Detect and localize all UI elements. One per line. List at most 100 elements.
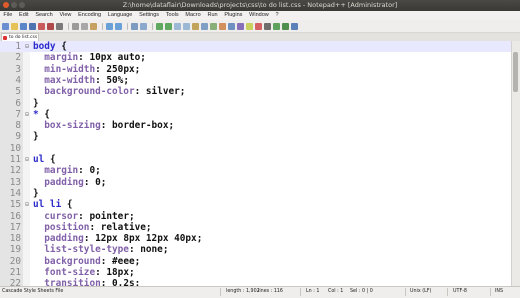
menu-item[interactable]: Settings <box>136 11 163 20</box>
code-line[interactable]: 18 padding: 12px 8px 12px 40px; <box>0 233 512 244</box>
print-icon[interactable] <box>56 22 63 30</box>
status-encoding[interactable]: UTF-8 <box>453 287 467 297</box>
minimize-window-button[interactable] <box>11 2 17 8</box>
line-number: 13 <box>9 176 21 188</box>
code-line[interactable]: 4 max-width: 50%; <box>0 75 512 86</box>
function-list-icon[interactable] <box>237 22 244 30</box>
code-line[interactable]: 13 padding: 0; <box>0 177 512 188</box>
code-line[interactable]: 16 cursor: pointer; <box>0 211 512 222</box>
code-token-punc: : <box>95 267 107 278</box>
fold-toggle-icon[interactable]: ⊟ <box>24 41 30 52</box>
word-wrap-icon[interactable] <box>192 22 199 30</box>
maximize-window-button[interactable] <box>19 2 25 8</box>
code-line[interactable]: 5 background-color: silver; <box>0 86 512 97</box>
code-token-punc: } <box>33 97 39 109</box>
code-token-prop: position <box>33 221 90 233</box>
cut-icon[interactable] <box>72 22 79 30</box>
indent-guide-icon[interactable] <box>210 22 217 30</box>
language-icon[interactable] <box>219 22 226 30</box>
doc-map-icon[interactable] <box>228 22 235 30</box>
fold-toggle-icon[interactable]: ⊟ <box>24 199 30 210</box>
code-line[interactable]: 14} <box>0 188 512 199</box>
window-title: Z:\home\dataflair\Downloads\projects\css… <box>122 1 398 9</box>
menu-item[interactable]: ? <box>272 11 282 20</box>
code-line[interactable]: 1 ⊟ body { <box>0 41 512 53</box>
zoom-out-icon[interactable] <box>165 22 172 30</box>
status-eol[interactable]: Unix (LF) <box>410 287 431 297</box>
vertical-scrollbar[interactable] <box>511 41 520 286</box>
sync-vertical-icon[interactable] <box>174 22 181 30</box>
code-token-punc: : <box>83 176 96 188</box>
menu-item[interactable]: Tools <box>162 11 182 20</box>
record-macro-icon[interactable] <box>255 22 262 30</box>
code-text: margin: 0; <box>33 165 100 176</box>
copy-icon[interactable] <box>81 22 88 30</box>
code-token-punc: ; <box>134 255 141 267</box>
code-line[interactable]: 8 box-sizing: border-box; <box>0 120 512 131</box>
code-line[interactable]: 11 ⊟ ul { <box>0 154 512 165</box>
code-line[interactable]: 2 margin: 10px auto; <box>0 52 512 63</box>
code-token-punc: { <box>38 108 50 120</box>
code-token-punc: ; <box>140 52 146 64</box>
close-window-button[interactable] <box>3 2 9 8</box>
replace-icon[interactable] <box>140 22 147 30</box>
code-token-prop: box-sizing <box>33 120 101 132</box>
menu-item[interactable]: Edit <box>16 11 32 20</box>
close-file-icon[interactable] <box>38 22 45 30</box>
save-macro-icon[interactable] <box>291 22 298 30</box>
folder-workspace-icon[interactable] <box>246 22 253 30</box>
save-all-icon[interactable] <box>29 22 36 30</box>
code-token-prop: list-style-type <box>33 244 129 256</box>
code-token-prop: background <box>33 255 101 267</box>
code-token-val: #eee <box>112 255 135 267</box>
status-divider <box>300 288 301 296</box>
menu-item[interactable]: View <box>56 11 75 20</box>
code-token-val: 50% <box>106 74 124 86</box>
menu-item[interactable]: Search <box>32 11 56 20</box>
fold-toggle-icon[interactable]: ⊟ <box>24 109 30 120</box>
paste-icon[interactable] <box>90 22 97 30</box>
code-token-prop: font-size <box>33 267 96 278</box>
zoom-in-icon[interactable] <box>156 22 163 30</box>
code-line[interactable]: 3 min-width: 250px; <box>0 64 512 75</box>
code-line[interactable]: 7 ⊟ * { <box>0 109 512 120</box>
save-icon[interactable] <box>20 22 27 30</box>
code-token-val: 250px <box>106 63 135 75</box>
code-line[interactable]: 19 list-style-type: none; <box>0 244 512 255</box>
code-line[interactable]: 21 font-size: 18px; <box>0 267 512 278</box>
menu-item[interactable]: Macro <box>182 11 204 20</box>
scrollbar-thumb[interactable] <box>513 52 518 92</box>
menu-item[interactable]: Plugins <box>221 11 246 20</box>
redo-icon[interactable] <box>115 22 122 30</box>
menu-item[interactable]: Window <box>246 11 272 20</box>
code-line[interactable]: 6} <box>0 98 512 109</box>
find-icon[interactable] <box>131 22 138 30</box>
undo-icon[interactable] <box>106 22 113 30</box>
fold-toggle-icon[interactable]: ⊟ <box>24 154 30 165</box>
menu-item[interactable]: Language <box>104 11 135 20</box>
code-line[interactable]: 9} <box>0 131 512 142</box>
code-editor[interactable]: 1 ⊟ body {2 margin: 10px auto; 3 min-width:… <box>0 41 520 286</box>
menu-item[interactable]: Run <box>204 11 221 20</box>
code-line[interactable]: 20 background: #eee; <box>0 256 512 267</box>
run-macro-multiple-icon[interactable] <box>282 22 289 30</box>
code-token-punc: { <box>55 41 67 52</box>
code-line[interactable]: 12 margin: 0; <box>0 165 512 176</box>
tab-file[interactable]: to do list.css <box>1 33 39 41</box>
code-text: box-sizing: border-box; <box>33 120 174 131</box>
code-line[interactable]: 17 position: relative; <box>0 222 512 233</box>
open-file-icon[interactable] <box>11 22 18 30</box>
menu-item[interactable]: Encoding <box>75 11 105 20</box>
show-all-chars-icon[interactable] <box>201 22 208 30</box>
code-line[interactable]: 15 ⊟ ul li { <box>0 199 512 210</box>
stop-macro-icon[interactable] <box>264 22 271 30</box>
code-line[interactable]: 22 transition: 0.2s; <box>0 278 512 286</box>
close-all-icon[interactable] <box>47 22 54 30</box>
menu-item[interactable]: File <box>0 11 16 20</box>
play-macro-icon[interactable] <box>273 22 280 30</box>
code-text: } <box>33 98 39 109</box>
sync-horizontal-icon[interactable] <box>183 22 190 30</box>
new-file-icon[interactable] <box>2 22 9 30</box>
code-token-prop: background-color <box>33 86 135 98</box>
code-line[interactable]: 10 <box>0 143 512 154</box>
